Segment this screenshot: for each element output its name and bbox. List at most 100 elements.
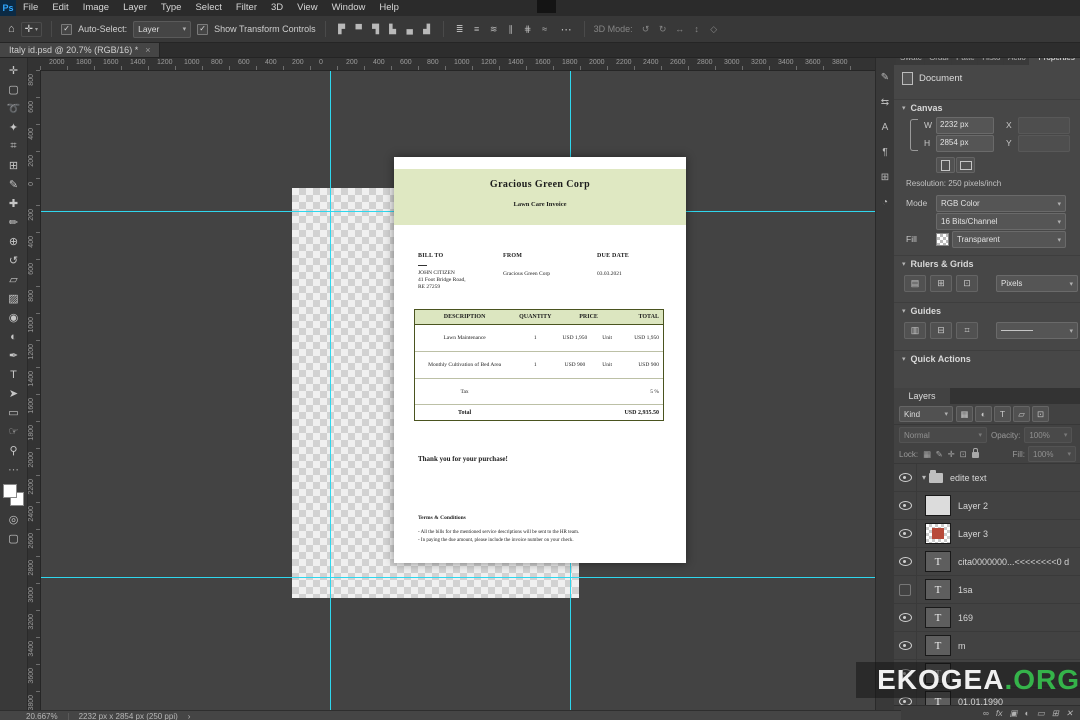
- layer-visibility-icon[interactable]: [899, 583, 911, 596]
- foreground-color-swatch[interactable]: [3, 484, 17, 498]
- menu-help[interactable]: Help: [372, 0, 406, 16]
- rectangular-marquee-tool[interactable]: ▢: [0, 80, 27, 99]
- crop-tool[interactable]: ⌗: [0, 137, 27, 156]
- show-transform-checkbox[interactable]: ✓: [197, 23, 209, 35]
- text-layer-thumbnail[interactable]: T: [925, 607, 951, 628]
- ruler-vertical[interactable]: 800 600 400 200 0 200 400 600 800 1000 1200 1400 160…: [27, 70, 41, 710]
- layer-visibility-icon[interactable]: [898, 501, 912, 510]
- clone-stamp-tool[interactable]: ⊕: [0, 232, 27, 251]
- delete-layer-icon[interactable]: ✕: [1066, 708, 1073, 719]
- distribute-v-center-icon[interactable]: ≡: [470, 24, 484, 35]
- guide-horizontal[interactable]: [40, 577, 875, 578]
- edit-toolbar-icon[interactable]: ⋯: [0, 460, 27, 479]
- fill-dropdown[interactable]: Transparent ▾: [952, 231, 1066, 248]
- layer-visibility-icon[interactable]: [898, 641, 912, 650]
- show-guides-icon[interactable]: ▥: [904, 322, 926, 339]
- menu-edit[interactable]: Edit: [45, 0, 75, 16]
- clear-guides-icon[interactable]: ⌗: [956, 322, 978, 339]
- distribute-top-icon[interactable]: ≣: [453, 24, 467, 35]
- adjustment-layer-icon[interactable]: ◐: [1025, 708, 1030, 718]
- menu-view[interactable]: View: [290, 0, 324, 16]
- align-left-icon[interactable]: ▛: [335, 24, 349, 35]
- guide-style-dropdown[interactable]: ▾: [996, 322, 1078, 339]
- layer-row[interactable]: T 1sa: [894, 576, 1080, 604]
- lasso-tool[interactable]: ➰: [0, 99, 27, 118]
- character-panel-icon[interactable]: A: [876, 122, 894, 133]
- layer-visibility-icon[interactable]: [898, 529, 912, 538]
- filter-smart-objects-icon[interactable]: ⊡: [1032, 406, 1049, 422]
- menu-layer[interactable]: Layer: [116, 0, 154, 16]
- menu-select[interactable]: Select: [188, 0, 228, 16]
- section-canvas[interactable]: ▾ Canvas: [894, 99, 1080, 116]
- lock-artboard-icon[interactable]: ⊡: [957, 449, 969, 460]
- eyedropper-tool[interactable]: ✎: [0, 175, 27, 194]
- pen-tool[interactable]: ✒: [0, 346, 27, 365]
- layer-row[interactable]: ▾ edite text: [894, 464, 1080, 492]
- eraser-tool[interactable]: ▱: [0, 270, 27, 289]
- screen-mode-button[interactable]: ▢: [0, 529, 27, 548]
- filter-kind-dropdown[interactable]: Kind ▾: [899, 406, 953, 422]
- section-quick-actions[interactable]: ▾ Quick Actions: [894, 350, 1080, 367]
- bit-depth-dropdown[interactable]: 16 Bits/Channel ▾: [936, 213, 1066, 230]
- distribute-h-center-icon[interactable]: ⋕: [521, 24, 535, 35]
- more-options-icon[interactable]: ⋯: [558, 23, 575, 36]
- dodge-tool[interactable]: ◐: [0, 327, 27, 346]
- zoom-field[interactable]: 20.667%: [26, 712, 58, 720]
- ruler-horizontal[interactable]: 2000 1800 1600 1400 1200 1000 800 600 400 200 0 200…: [40, 57, 875, 71]
- group-expand-icon[interactable]: ▾: [922, 473, 926, 482]
- history-brush-tool[interactable]: ↺: [0, 251, 27, 270]
- menu-image[interactable]: Image: [76, 0, 116, 16]
- menu-file[interactable]: File: [16, 0, 45, 16]
- align-center-h-icon[interactable]: ▀: [352, 24, 366, 35]
- auto-select-target-dropdown[interactable]: Layer ▾: [133, 20, 192, 38]
- layer-thumbnail[interactable]: [925, 495, 951, 516]
- 3d-orbit-icon[interactable]: ↺: [639, 24, 653, 35]
- text-layer-thumbnail[interactable]: T: [925, 635, 951, 656]
- new-layer-icon[interactable]: ⊞: [1052, 708, 1059, 719]
- filter-type-layers-icon[interactable]: T: [994, 406, 1011, 422]
- status-options-arrow[interactable]: ›: [188, 712, 191, 720]
- healing-brush-tool[interactable]: ✚: [0, 194, 27, 213]
- menu-window[interactable]: Window: [325, 0, 373, 16]
- layer-visibility-icon[interactable]: [898, 473, 912, 482]
- distribute-bottom-icon[interactable]: ≋: [487, 24, 501, 35]
- opacity-field[interactable]: 100% ▾: [1024, 427, 1073, 443]
- y-field[interactable]: [1018, 135, 1070, 152]
- brush-settings-icon[interactable]: ✎: [876, 72, 894, 83]
- add-mask-icon[interactable]: ▣: [1010, 708, 1018, 719]
- layer-visibility-icon[interactable]: [898, 557, 912, 566]
- align-bottom-icon[interactable]: ▟: [420, 24, 434, 35]
- color-swatches[interactable]: [0, 482, 27, 510]
- layer-visibility-icon[interactable]: [898, 613, 912, 622]
- height-field[interactable]: 2854 px: [936, 135, 994, 152]
- filter-shape-layers-icon[interactable]: ▱: [1013, 406, 1030, 422]
- snap-icon[interactable]: ⊡: [956, 275, 978, 292]
- ruler-icon[interactable]: ▤: [904, 275, 926, 292]
- width-field[interactable]: 2232 px: [936, 117, 994, 134]
- 3d-slide-icon[interactable]: ↕: [690, 24, 704, 35]
- close-tab-icon[interactable]: ×: [145, 45, 150, 55]
- lock-pixels-icon[interactable]: ✎: [933, 449, 945, 460]
- frame-tool[interactable]: ⊞: [0, 156, 27, 175]
- layer-effects-icon[interactable]: fx: [996, 708, 1003, 718]
- menu-type[interactable]: Type: [154, 0, 189, 16]
- zoom-tool[interactable]: ⚲: [0, 441, 27, 460]
- distribute-left-icon[interactable]: ∥: [504, 24, 518, 35]
- ruler-units-dropdown[interactable]: Pixels ▾: [996, 275, 1078, 292]
- path-selection-tool[interactable]: ➤: [0, 384, 27, 403]
- lock-guides-icon[interactable]: ⊟: [930, 322, 952, 339]
- ruler-origin[interactable]: [27, 57, 41, 71]
- shape-tool[interactable]: ▭: [0, 403, 27, 422]
- paragraph-panel-icon[interactable]: ¶: [876, 147, 894, 158]
- align-center-v-icon[interactable]: ▄: [403, 24, 417, 35]
- clone-source-icon[interactable]: ⇆: [876, 97, 894, 108]
- layer-fill-field[interactable]: 100% ▾: [1028, 446, 1076, 462]
- color-mode-dropdown[interactable]: RGB Color ▾: [936, 195, 1066, 212]
- history-panel-icon[interactable]: ◔: [876, 197, 894, 208]
- glyphs-panel-icon[interactable]: ⊞: [876, 172, 894, 183]
- home-icon[interactable]: ⌂: [8, 23, 15, 35]
- 3d-scale-icon[interactable]: ◇: [707, 24, 721, 35]
- gradient-tool[interactable]: ▨: [0, 289, 27, 308]
- blend-mode-dropdown[interactable]: Normal ▾: [899, 427, 987, 443]
- lock-position-icon[interactable]: ✛: [945, 449, 957, 460]
